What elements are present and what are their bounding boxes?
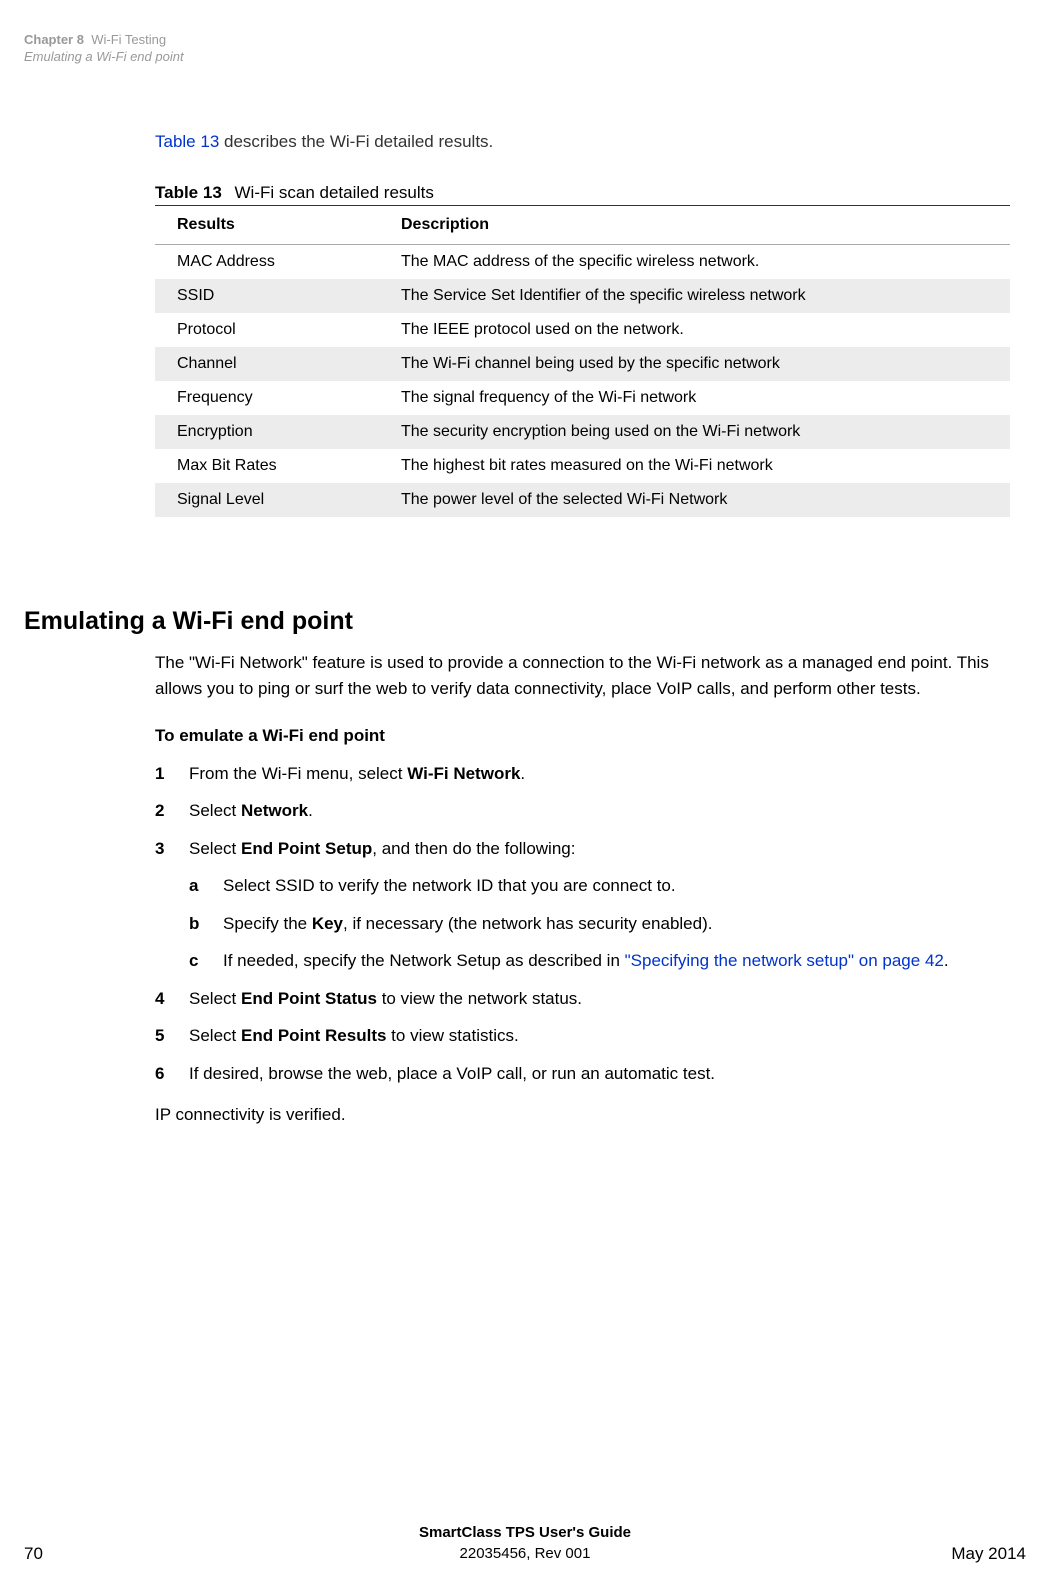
- table-caption: Table 13 Wi-Fi scan detailed results: [155, 183, 434, 203]
- step-text: Select End Point Status to view the netw…: [189, 986, 1010, 1012]
- page-footer: SmartClass TPS User's Guide 22035456, Re…: [24, 1522, 1026, 1564]
- substep-letter: b: [189, 911, 223, 937]
- step-text: Select End Point Setup, and then do the …: [189, 836, 1010, 862]
- text-part: Select: [189, 839, 241, 858]
- text-part: to view statistics.: [386, 1026, 518, 1045]
- table-row: Channel The Wi-Fi channel being used by …: [155, 347, 1010, 381]
- table-header-row: Results Description: [155, 206, 1010, 245]
- text-part: From the Wi-Fi menu, select: [189, 764, 407, 783]
- step-number: 6: [155, 1061, 189, 1087]
- text-bold: Network: [241, 801, 308, 820]
- text-bold: Wi-Fi Network: [407, 764, 520, 783]
- header-subtitle: Emulating a Wi-Fi end point: [24, 49, 184, 64]
- table-row: SSID The Service Set Identifier of the s…: [155, 279, 1010, 313]
- cell-result: Signal Level: [155, 483, 379, 517]
- text-part: Specify the: [223, 914, 312, 933]
- footer-date: May 2014: [951, 1544, 1026, 1564]
- table-row: Max Bit Rates The highest bit rates meas…: [155, 449, 1010, 483]
- table-row: Frequency The signal frequency of the Wi…: [155, 381, 1010, 415]
- step-text: Select Network.: [189, 798, 1010, 824]
- body-content: The "Wi-Fi Network" feature is used to p…: [155, 650, 1010, 1128]
- section-paragraph: The "Wi-Fi Network" feature is used to p…: [155, 650, 1010, 701]
- substep-text: If needed, specify the Network Setup as …: [223, 948, 1010, 974]
- footer-center: SmartClass TPS User's Guide 22035456, Re…: [24, 1522, 1026, 1564]
- cell-result: MAC Address: [155, 245, 379, 280]
- intro-sentence: Table 13 describes the Wi-Fi detailed re…: [155, 132, 493, 152]
- text-part: .: [944, 951, 949, 970]
- text-bold: End Point Status: [241, 989, 377, 1008]
- results-table: Results Description MAC Address The MAC …: [155, 205, 1010, 517]
- text-part: If needed, specify the Network Setup as …: [223, 951, 625, 970]
- step-number: 2: [155, 798, 189, 824]
- cell-result: Channel: [155, 347, 379, 381]
- footer-doc-number: 22035456, Rev 001: [460, 1545, 591, 1562]
- table-title: Wi-Fi scan detailed results: [235, 183, 434, 202]
- step-6: 6 If desired, browse the web, place a Vo…: [155, 1061, 1010, 1087]
- chapter-title: Wi-Fi Testing: [88, 32, 167, 47]
- footer-page-number: 70: [24, 1544, 43, 1564]
- step-number: 5: [155, 1023, 189, 1049]
- cell-description: The MAC address of the specific wireless…: [379, 245, 1010, 280]
- cell-description: The Wi-Fi channel being used by the spec…: [379, 347, 1010, 381]
- cell-result: Protocol: [155, 313, 379, 347]
- step-number: 3: [155, 836, 189, 862]
- table-row: Encryption The security encryption being…: [155, 415, 1010, 449]
- step-text: Select End Point Results to view statist…: [189, 1023, 1010, 1049]
- step-2: 2 Select Network.: [155, 798, 1010, 824]
- step-number: 1: [155, 761, 189, 787]
- chapter-label: Chapter 8: [24, 32, 84, 47]
- text-bold: End Point Setup: [241, 839, 372, 858]
- step-5: 5 Select End Point Results to view stati…: [155, 1023, 1010, 1049]
- substep-b: b Specify the Key, if necessary (the net…: [189, 911, 1010, 937]
- cell-result: Encryption: [155, 415, 379, 449]
- step-number: 4: [155, 986, 189, 1012]
- cell-result: Max Bit Rates: [155, 449, 379, 483]
- step-4: 4 Select End Point Status to view the ne…: [155, 986, 1010, 1012]
- substep-text: Specify the Key, if necessary (the netwo…: [223, 911, 1010, 937]
- substep-text: Select SSID to verify the network ID tha…: [223, 873, 1010, 899]
- procedure-subheading: To emulate a Wi-Fi end point: [155, 723, 1010, 749]
- text-part: .: [308, 801, 313, 820]
- substep-c: c If needed, specify the Network Setup a…: [189, 948, 1010, 974]
- cell-result: Frequency: [155, 381, 379, 415]
- step-text: From the Wi-Fi menu, select Wi-Fi Networ…: [189, 761, 1010, 787]
- text-part: .: [520, 764, 525, 783]
- table-row: MAC Address The MAC address of the speci…: [155, 245, 1010, 280]
- cell-result: SSID: [155, 279, 379, 313]
- intro-rest: describes the Wi-Fi detailed results.: [219, 132, 493, 151]
- text-part: , and then do the following:: [372, 839, 575, 858]
- cell-description: The IEEE protocol used on the network.: [379, 313, 1010, 347]
- text-bold: End Point Results: [241, 1026, 386, 1045]
- cell-description: The power level of the selected Wi-Fi Ne…: [379, 483, 1010, 517]
- text-part: Select: [189, 1026, 241, 1045]
- footer-guide-title: SmartClass TPS User's Guide: [419, 1524, 631, 1541]
- cell-description: The highest bit rates measured on the Wi…: [379, 449, 1010, 483]
- col-header-description: Description: [379, 206, 1010, 245]
- step-1: 1 From the Wi-Fi menu, select Wi-Fi Netw…: [155, 761, 1010, 787]
- section-heading: Emulating a Wi-Fi end point: [24, 607, 353, 636]
- text-part: to view the network status.: [377, 989, 582, 1008]
- table-row: Signal Level The power level of the sele…: [155, 483, 1010, 517]
- substep-a: a Select SSID to verify the network ID t…: [189, 873, 1010, 899]
- table-row: Protocol The IEEE protocol used on the n…: [155, 313, 1010, 347]
- closing-sentence: IP connectivity is verified.: [155, 1102, 1010, 1128]
- step-text: If desired, browse the web, place a VoIP…: [189, 1061, 1010, 1087]
- step-3: 3 Select End Point Setup, and then do th…: [155, 836, 1010, 862]
- cross-reference-link[interactable]: "Specifying the network setup" on page 4…: [625, 951, 944, 970]
- table-reference-link[interactable]: Table 13: [155, 132, 219, 151]
- cell-description: The signal frequency of the Wi-Fi networ…: [379, 381, 1010, 415]
- text-part: Select: [189, 801, 241, 820]
- chapter-title-text: Wi-Fi Testing: [91, 32, 166, 47]
- cell-description: The security encryption being used on th…: [379, 415, 1010, 449]
- text-part: , if necessary (the network has security…: [343, 914, 712, 933]
- col-header-results: Results: [155, 206, 379, 245]
- cell-description: The Service Set Identifier of the specif…: [379, 279, 1010, 313]
- text-part: Select: [189, 989, 241, 1008]
- substep-letter: c: [189, 948, 223, 974]
- text-bold: Key: [312, 914, 343, 933]
- substep-letter: a: [189, 873, 223, 899]
- table-number: Table 13: [155, 183, 222, 202]
- page-header: Chapter 8 Wi-Fi Testing Emulating a Wi-F…: [24, 32, 184, 66]
